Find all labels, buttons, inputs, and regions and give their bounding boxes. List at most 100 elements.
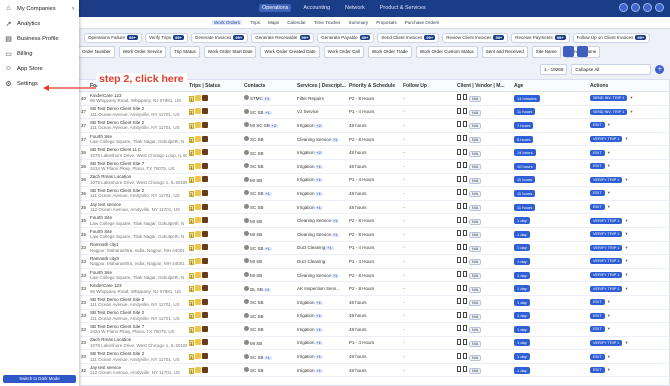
action-button[interactable]: EDIT bbox=[590, 312, 605, 319]
action-button[interactable]: EDIT bbox=[590, 326, 605, 333]
column-filter-chip[interactable]: Work Order Service bbox=[118, 46, 167, 58]
action-button[interactable]: EDIT bbox=[590, 204, 605, 211]
document-icon[interactable] bbox=[457, 203, 461, 210]
chevron-down-icon[interactable]: ▾ bbox=[608, 163, 612, 169]
na-button[interactable]: N/A bbox=[469, 177, 482, 184]
invoice-icon[interactable] bbox=[463, 284, 467, 291]
column-header[interactable]: Client | Vendor | M... bbox=[455, 83, 512, 89]
invoice-icon[interactable] bbox=[463, 352, 467, 359]
invoice-icon[interactable] bbox=[463, 366, 467, 373]
document-icon[interactable] bbox=[457, 352, 461, 359]
add-icon[interactable]: + bbox=[655, 65, 665, 74]
filter-chip[interactable]: Follow Up on Client Invoices 99+ bbox=[572, 33, 651, 43]
table-row[interactable]: 36 SB Test Demo Client Site 2 111 Ocean Av… bbox=[79, 187, 669, 201]
table-row[interactable]: 33 Fourth Site Law College Square, Tilak N… bbox=[79, 269, 669, 283]
na-button[interactable]: N/A bbox=[469, 164, 482, 171]
document-icon[interactable] bbox=[457, 243, 461, 250]
chevron-down-icon[interactable]: ▾ bbox=[625, 286, 629, 292]
na-button[interactable]: N/A bbox=[469, 137, 482, 144]
column-header[interactable]: Priority & Schedule bbox=[347, 83, 401, 89]
chevron-down-icon[interactable]: ▾ bbox=[608, 354, 612, 360]
table-row[interactable]: 33 SB Test Demo Client Site 7 3434 W Plano… bbox=[79, 323, 669, 337]
column-filter-chip[interactable]: Order Number bbox=[78, 46, 115, 58]
chevron-down-icon[interactable]: ▾ bbox=[630, 109, 634, 115]
na-button[interactable]: N/A bbox=[469, 96, 482, 103]
sub-nav-summary[interactable]: Summary bbox=[349, 20, 369, 25]
na-button[interactable]: N/A bbox=[469, 232, 482, 239]
na-button[interactable]: N/A bbox=[469, 286, 482, 293]
chevron-down-icon[interactable]: ▾ bbox=[625, 340, 629, 346]
table-row[interactable]: 36 SB Test Demo Client Site 7 3434 W Plano… bbox=[79, 160, 669, 174]
chevron-down-icon[interactable]: ▾ bbox=[625, 218, 629, 224]
table-row[interactable]: 32 Jay test service 112 Ocean Avenue, Amit… bbox=[79, 364, 669, 378]
document-icon[interactable] bbox=[457, 216, 461, 223]
invoice-icon[interactable] bbox=[463, 203, 467, 210]
action-button[interactable]: EDIT bbox=[590, 122, 605, 129]
document-icon[interactable] bbox=[457, 135, 461, 142]
table-row[interactable]: 33 SB Test Demo Client Site 2 111 Ocean Av… bbox=[79, 310, 669, 324]
filter-chip[interactable]: Review Client Invoices 99+ bbox=[442, 33, 509, 43]
invoice-icon[interactable] bbox=[463, 271, 467, 278]
table-row[interactable]: 35 Jay test service 112 Ocean Avenue, Amit… bbox=[79, 201, 669, 215]
filter-chip[interactable]: Send Client Invoices 99+ bbox=[377, 33, 440, 43]
invoice-icon[interactable] bbox=[463, 325, 467, 332]
action-button[interactable]: VERIFY TRIP 1 bbox=[590, 272, 623, 279]
na-button[interactable]: N/A bbox=[469, 259, 482, 266]
action-button[interactable]: VERIFY TRIP 1 bbox=[590, 258, 623, 265]
action-button[interactable]: SEND INV. TRIP 1 bbox=[590, 95, 628, 102]
table-row[interactable]: 40 KinderCare 123 95 Whippany Road, Whippa… bbox=[79, 92, 669, 106]
sub-nav-time-tracker[interactable]: Time Tracker bbox=[314, 20, 341, 25]
action-button[interactable]: VERIFY TRIP 1 bbox=[590, 136, 623, 143]
table-row[interactable]: 36 Zach Rmas Location 1075 Lakeshore Drive… bbox=[79, 174, 669, 188]
na-button[interactable]: N/A bbox=[469, 340, 482, 347]
invoice-icon[interactable] bbox=[463, 189, 467, 196]
filter-chip[interactable]: Generate Payable 99+ bbox=[317, 33, 375, 43]
sub-nav-work-orders[interactable]: Work Orders bbox=[212, 20, 242, 25]
action-button[interactable]: EDIT bbox=[590, 367, 605, 374]
sub-nav-maps[interactable]: Maps bbox=[268, 20, 279, 25]
document-icon[interactable] bbox=[457, 257, 461, 264]
table-row[interactable]: 35 Fourth Site Law College Square, Tilak N… bbox=[79, 214, 669, 228]
help-icon[interactable] bbox=[631, 3, 640, 12]
dark-mode-button[interactable]: Switch to Dark Mode bbox=[3, 375, 76, 383]
document-icon[interactable] bbox=[457, 284, 461, 291]
column-filter-chip[interactable]: Site Name bbox=[531, 46, 561, 58]
chevron-down-icon[interactable]: ▾ bbox=[625, 258, 629, 264]
action-button[interactable]: EDIT bbox=[590, 353, 605, 360]
action-button[interactable]: EDIT bbox=[590, 299, 605, 306]
invoice-icon[interactable] bbox=[463, 298, 467, 305]
action-button[interactable]: EDIT bbox=[590, 149, 605, 156]
filter-chip[interactable]: Receive Payments 99+ bbox=[511, 33, 570, 43]
document-icon[interactable] bbox=[457, 338, 461, 345]
document-icon[interactable] bbox=[457, 325, 461, 332]
action-button[interactable]: VERIFY TRIP 1 bbox=[590, 176, 623, 183]
invoice-icon[interactable] bbox=[463, 107, 467, 114]
sidebar-item-my-companies[interactable]: ⌂ My Companies › bbox=[0, 1, 79, 16]
column-filter-chip[interactable]: Work Order Created Date bbox=[260, 46, 320, 58]
na-button[interactable]: N/A bbox=[469, 150, 482, 157]
invoice-icon[interactable] bbox=[463, 175, 467, 182]
invoice-icon[interactable] bbox=[463, 121, 467, 128]
top-nav-accounting[interactable]: Accounting bbox=[300, 4, 333, 12]
table-row[interactable]: 33 Zach Rmas Location 1075 Lakeshore Drive… bbox=[79, 337, 669, 351]
chevron-down-icon[interactable]: ▾ bbox=[608, 150, 612, 156]
na-button[interactable]: N/A bbox=[469, 273, 482, 280]
chevron-down-icon[interactable]: ▾ bbox=[608, 367, 612, 373]
na-button[interactable]: N/A bbox=[469, 327, 482, 334]
chevron-down-icon[interactable]: ▾ bbox=[630, 95, 634, 101]
document-icon[interactable] bbox=[457, 107, 461, 114]
filter-chip[interactable]: Verify Trips 99+ bbox=[144, 33, 188, 43]
invoice-icon[interactable] bbox=[463, 135, 467, 142]
sub-nav-calendar[interactable]: Calendar bbox=[287, 20, 306, 25]
na-button[interactable]: N/A bbox=[469, 245, 482, 252]
invoice-icon[interactable] bbox=[463, 148, 467, 155]
sub-nav-proposals[interactable]: Proposals bbox=[376, 20, 396, 25]
na-button[interactable]: N/A bbox=[469, 313, 482, 320]
action-button[interactable]: VERIFY TRIP 1 bbox=[590, 217, 623, 224]
chevron-down-icon[interactable]: ▾ bbox=[608, 204, 612, 210]
top-nav-operations[interactable]: Operations bbox=[259, 4, 292, 12]
table-row[interactable]: 33 Ramnath city1 Nagpur, Maharashtra, Indi… bbox=[79, 242, 669, 256]
invoice-icon[interactable] bbox=[463, 338, 467, 345]
column-filter-chip[interactable]: Work Order Custom Status bbox=[415, 46, 478, 58]
sub-nav-purchase-orders[interactable]: Purchase Orders bbox=[405, 20, 440, 25]
